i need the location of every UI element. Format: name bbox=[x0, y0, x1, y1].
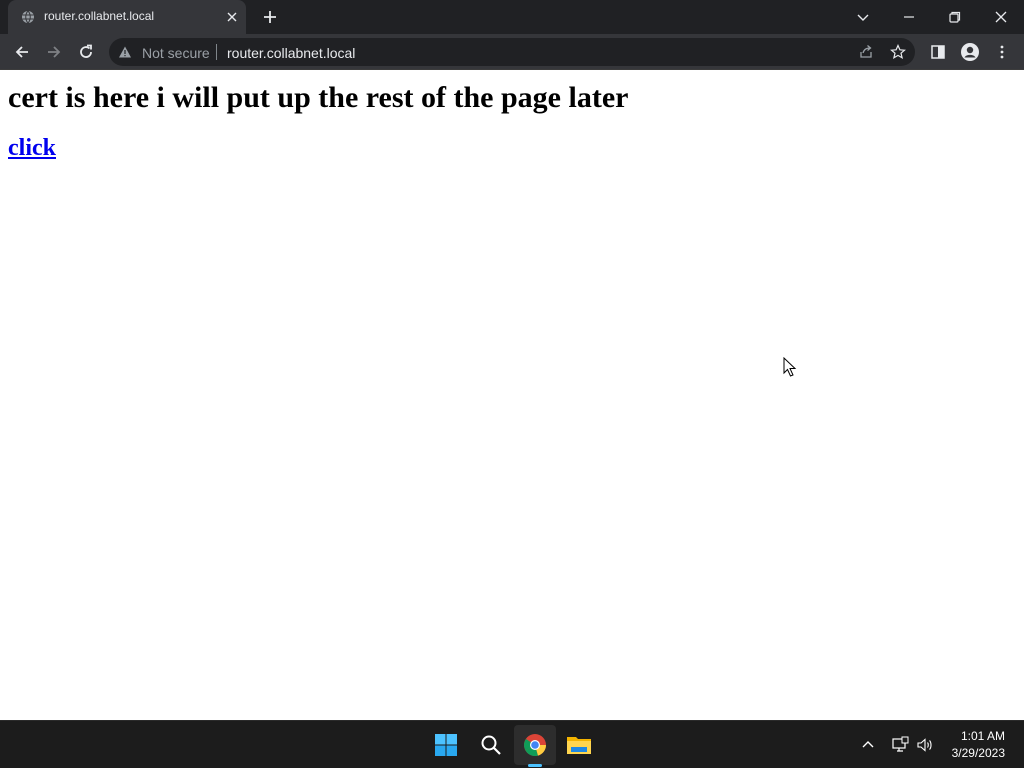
arrow-right-icon[interactable] bbox=[42, 40, 66, 64]
tab-title: router.collabnet.local bbox=[44, 9, 155, 23]
new-tab-plus-icon[interactable] bbox=[261, 8, 279, 26]
close-window-icon[interactable] bbox=[989, 5, 1013, 29]
chrome-icon[interactable] bbox=[521, 731, 549, 759]
page-heading: cert is here i will put up the rest of t… bbox=[8, 81, 629, 114]
search-icon[interactable] bbox=[477, 731, 505, 759]
profile-icon[interactable] bbox=[958, 40, 982, 64]
address-bar[interactable]: Not secure router.collabnet.local bbox=[109, 38, 915, 66]
browser-toolbar: Not secure router.collabnet.local bbox=[0, 34, 1024, 70]
taskbar: 1:01 AM 3/29/2023 bbox=[0, 720, 1024, 768]
restore-icon[interactable] bbox=[943, 5, 967, 29]
active-app-indicator bbox=[528, 764, 542, 767]
file-explorer-icon[interactable] bbox=[565, 731, 593, 759]
page-viewport: cert is here i will put up the rest of t… bbox=[0, 71, 1024, 720]
mouse-pointer-icon bbox=[783, 356, 797, 377]
side-panel-icon[interactable] bbox=[926, 40, 950, 64]
tab-search-chevron-down-icon[interactable] bbox=[851, 5, 875, 29]
minimize-icon[interactable] bbox=[897, 5, 921, 29]
reload-icon[interactable] bbox=[74, 40, 98, 64]
star-icon[interactable] bbox=[889, 43, 907, 61]
share-icon[interactable] bbox=[857, 43, 875, 61]
arrow-left-icon[interactable] bbox=[10, 40, 34, 64]
click-link[interactable]: click bbox=[8, 135, 56, 162]
close-icon[interactable] bbox=[224, 9, 240, 25]
clock-time[interactable]: 1:01 AM bbox=[961, 729, 1005, 743]
warning-triangle-icon[interactable] bbox=[118, 45, 132, 59]
security-indicator-label[interactable]: Not secure bbox=[142, 45, 210, 61]
windows-start-icon[interactable] bbox=[432, 731, 460, 759]
tab-active[interactable]: router.collabnet.local bbox=[8, 0, 246, 34]
volume-icon[interactable] bbox=[915, 735, 935, 755]
url-text[interactable]: router.collabnet.local bbox=[227, 45, 355, 61]
omnibox-divider bbox=[216, 44, 217, 60]
kebab-menu-icon[interactable] bbox=[990, 40, 1014, 64]
globe-icon bbox=[21, 10, 35, 24]
network-icon[interactable] bbox=[890, 735, 910, 755]
clock-date[interactable]: 3/29/2023 bbox=[952, 746, 1005, 760]
chevron-up-icon[interactable] bbox=[858, 735, 878, 755]
tab-strip: router.collabnet.local bbox=[0, 0, 1024, 34]
